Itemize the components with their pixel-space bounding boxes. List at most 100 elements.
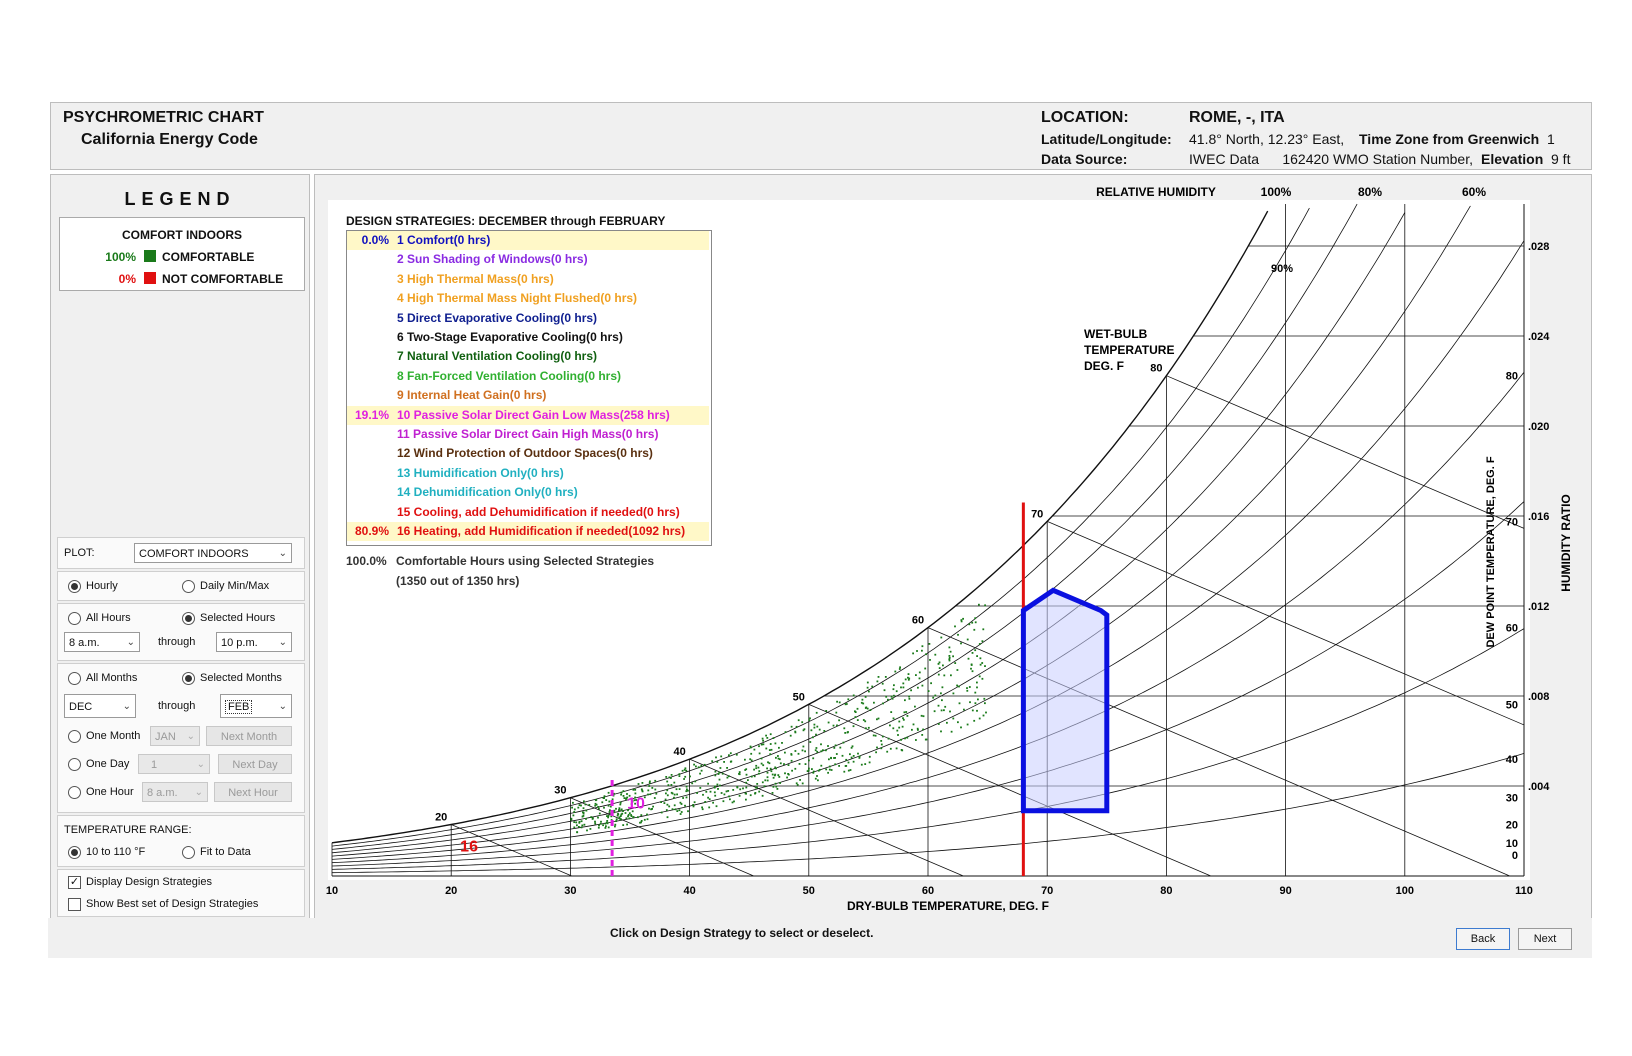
strategy-item[interactable]: 0.0% 1 Comfort(0 hrs) bbox=[347, 231, 709, 250]
data-point bbox=[676, 810, 679, 812]
data-point bbox=[889, 747, 892, 750]
data-point bbox=[892, 717, 895, 720]
data-point bbox=[622, 790, 625, 792]
data-point bbox=[822, 749, 824, 752]
strategy-label: 16 Heating, add Humidification if needed… bbox=[397, 524, 686, 538]
strategy-item[interactable]: 13 Humidification Only(0 hrs) bbox=[347, 464, 709, 483]
data-point bbox=[758, 752, 761, 755]
strategy-item[interactable]: 4 High Thermal Mass Night Flushed(0 hrs) bbox=[347, 289, 709, 308]
strategy-item[interactable]: 14 Dehumidification Only(0 hrs) bbox=[347, 483, 709, 502]
data-point bbox=[679, 801, 682, 804]
data-point bbox=[676, 793, 678, 796]
data-point bbox=[594, 820, 596, 823]
data-point bbox=[921, 649, 923, 652]
strategy-item[interactable]: 2 Sun Shading of Windows(0 hrs) bbox=[347, 250, 709, 269]
data-point bbox=[630, 815, 633, 817]
data-point bbox=[843, 770, 846, 773]
back-button[interactable]: Back bbox=[1456, 928, 1510, 950]
data-point bbox=[744, 792, 747, 795]
data-point bbox=[772, 737, 775, 739]
data-point bbox=[906, 715, 909, 717]
data-point bbox=[648, 807, 650, 810]
data-point bbox=[749, 745, 752, 748]
data-point bbox=[907, 676, 909, 679]
data-point bbox=[754, 792, 757, 794]
strategy-item[interactable]: 3 High Thermal Mass(0 hrs) bbox=[347, 270, 709, 289]
wetbulb-title: TEMPERATURE bbox=[1084, 343, 1174, 357]
strategy-item[interactable]: 8 Fan-Forced Ventilation Cooling(0 hrs) bbox=[347, 367, 709, 386]
data-point bbox=[660, 801, 662, 803]
strategy-pct: 0.0% bbox=[361, 233, 389, 247]
data-point bbox=[605, 799, 608, 801]
strategy-item[interactable]: 19.1% 10 Passive Solar Direct Gain Low Ma… bbox=[347, 405, 709, 425]
data-point bbox=[808, 759, 810, 762]
data-point bbox=[852, 760, 855, 763]
data-point bbox=[849, 753, 851, 756]
data-point bbox=[602, 797, 605, 799]
data-point bbox=[745, 786, 748, 789]
strategy-item[interactable]: 9 Internal Heat Gain(0 hrs) bbox=[347, 386, 709, 405]
data-point bbox=[966, 723, 969, 726]
data-point bbox=[766, 776, 769, 779]
data-point bbox=[634, 792, 637, 795]
data-point bbox=[984, 702, 986, 705]
data-point bbox=[580, 820, 583, 823]
dewpoint-tick-label: 10 bbox=[1506, 838, 1518, 850]
data-point bbox=[772, 776, 775, 779]
data-point bbox=[983, 697, 986, 700]
data-point bbox=[769, 767, 772, 770]
strategy-item[interactable]: 7 Natural Ventilation Cooling(0 hrs) bbox=[347, 347, 709, 366]
data-point bbox=[902, 686, 905, 689]
strategy-item[interactable]: 11 Passive Solar Direct Gain High Mass(0… bbox=[347, 425, 709, 444]
strategy-item[interactable]: 12 Wind Protection of Outdoor Spaces(0 h… bbox=[347, 444, 709, 463]
data-point bbox=[922, 728, 924, 731]
data-point bbox=[781, 742, 783, 744]
data-point bbox=[586, 829, 588, 832]
data-point bbox=[908, 697, 911, 700]
data-point bbox=[771, 773, 774, 776]
data-point bbox=[925, 653, 927, 656]
data-point bbox=[832, 724, 835, 727]
data-point bbox=[847, 761, 850, 764]
rh-axis-label: RELATIVE HUMIDITY bbox=[1096, 185, 1216, 199]
data-point bbox=[904, 737, 906, 740]
strategy-item[interactable]: 6 Two-Stage Evaporative Cooling(0 hrs) bbox=[347, 328, 709, 347]
data-point bbox=[880, 747, 883, 750]
wetbulb-label: 70 bbox=[1031, 508, 1043, 520]
data-point bbox=[973, 719, 976, 722]
data-point bbox=[722, 800, 725, 803]
strategy-label: 1 Comfort(0 hrs) bbox=[397, 233, 491, 247]
strategy-item[interactable]: 15 Cooling, add Dehumidification if need… bbox=[347, 503, 709, 522]
data-point bbox=[976, 686, 978, 689]
data-point bbox=[708, 806, 711, 809]
data-point bbox=[761, 781, 764, 784]
data-point bbox=[619, 801, 622, 804]
data-point bbox=[738, 773, 741, 776]
data-point bbox=[604, 822, 607, 825]
data-point bbox=[852, 725, 855, 728]
data-point bbox=[679, 813, 682, 815]
data-point bbox=[877, 676, 880, 678]
data-point bbox=[927, 690, 930, 692]
data-point bbox=[684, 804, 686, 807]
data-point bbox=[948, 646, 951, 649]
data-point bbox=[924, 738, 927, 741]
data-point bbox=[784, 772, 786, 775]
strategy-item[interactable]: 5 Direct Evaporative Cooling(0 hrs) bbox=[347, 309, 709, 328]
data-point bbox=[777, 774, 780, 776]
data-point bbox=[912, 723, 915, 726]
strategy-item[interactable]: 80.9% 16 Heating, add Humidification if n… bbox=[347, 522, 709, 541]
next-button[interactable]: Next bbox=[1518, 928, 1572, 950]
w-tick-label: .012 bbox=[1528, 601, 1549, 613]
data-point bbox=[738, 794, 741, 797]
data-point bbox=[854, 710, 856, 713]
data-point bbox=[763, 785, 766, 788]
data-point bbox=[968, 623, 971, 626]
data-point bbox=[627, 814, 630, 816]
data-point bbox=[963, 708, 965, 711]
data-point bbox=[673, 793, 676, 796]
data-point bbox=[580, 826, 583, 829]
data-point bbox=[670, 784, 673, 786]
data-point bbox=[685, 785, 688, 788]
data-point bbox=[654, 788, 657, 791]
